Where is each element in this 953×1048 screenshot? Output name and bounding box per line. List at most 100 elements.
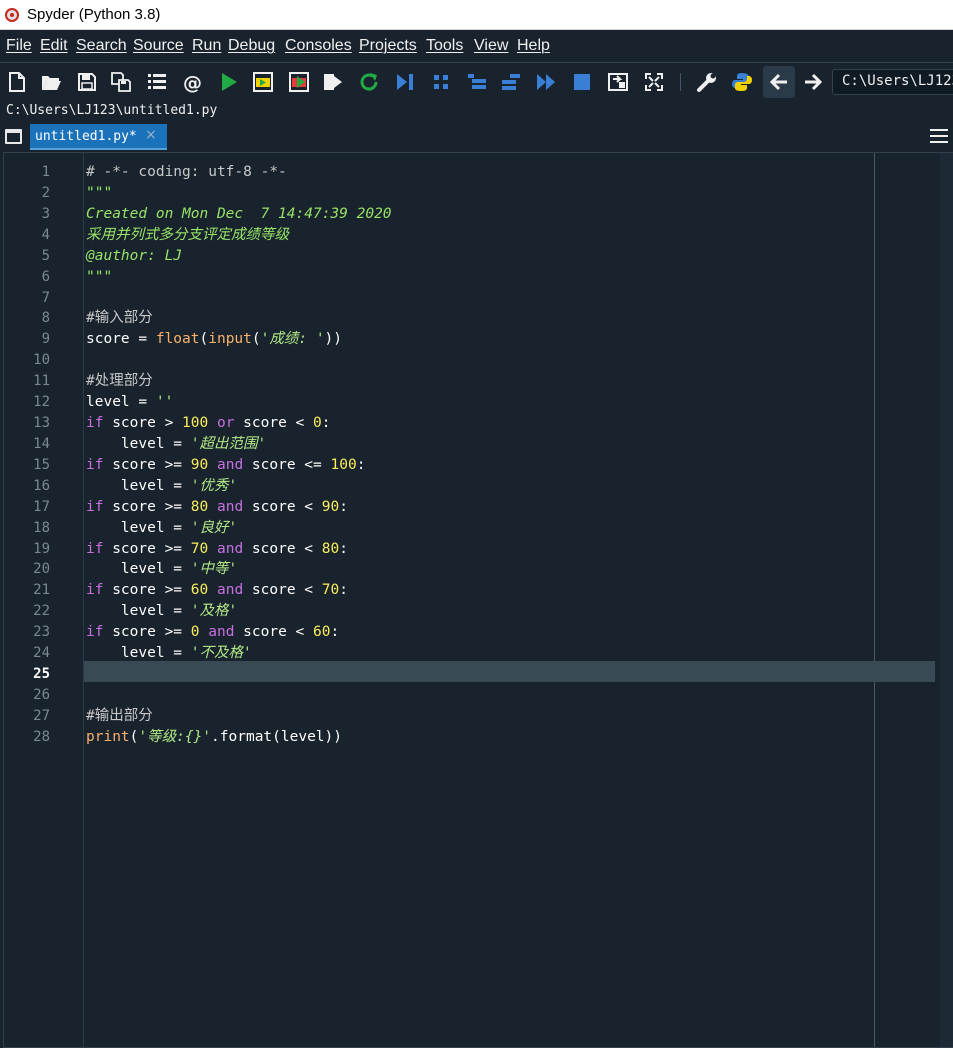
code-line[interactable]: """: [86, 267, 112, 287]
maximize-pane-icon[interactable]: [607, 71, 629, 93]
back-button[interactable]: [763, 66, 795, 98]
code-token: float: [155, 331, 200, 347]
code-line[interactable]: Created on Mon Dec 7 14:47:39 2020: [86, 204, 392, 224]
line-number: 13: [33, 415, 50, 431]
code-line[interactable]: """: [86, 183, 112, 203]
run-selection-icon[interactable]: [322, 71, 344, 93]
preferences-wrench-icon[interactable]: [696, 71, 718, 93]
new-file-icon[interactable]: [6, 71, 28, 93]
close-icon[interactable]: ×: [145, 127, 157, 143]
forward-button[interactable]: [797, 66, 829, 98]
code-line[interactable]: print('等级:{}'.format(level)): [86, 727, 342, 747]
menu-tools[interactable]: Tools: [426, 37, 463, 55]
browse-tabs-icon[interactable]: [5, 129, 22, 144]
menu-view[interactable]: View: [474, 37, 508, 55]
code-token: and: [208, 624, 235, 640]
code-editor[interactable]: 1 # -*- coding: utf-8 -*- 2 """ 3 Created on …: [3, 152, 953, 1048]
run-cell-advance-icon[interactable]: [288, 71, 310, 93]
line-number: 19: [33, 541, 50, 557]
code-line[interactable]: level = '及格': [86, 601, 237, 621]
save-all-icon[interactable]: [110, 71, 132, 93]
code-line[interactable]: # -*- coding: utf-8 -*-: [86, 162, 287, 182]
run-icon[interactable]: [218, 71, 240, 93]
line-number: 15: [33, 457, 50, 473]
line-number: 10: [33, 352, 50, 368]
code-token: '': [155, 394, 174, 410]
code-token: score <: [243, 582, 322, 598]
line-number: 25: [33, 666, 50, 682]
debug-step-icon[interactable]: [430, 71, 452, 93]
options-menu-icon[interactable]: [930, 129, 948, 145]
debug-step-in-icon[interactable]: [466, 71, 488, 93]
code-token: '及格': [190, 603, 238, 619]
outline-icon[interactable]: [146, 71, 168, 93]
menu-debug[interactable]: Debug: [228, 37, 275, 55]
window-titlebar: Spyder (Python 3.8): [0, 0, 953, 30]
python-path-icon[interactable]: [731, 71, 753, 93]
code-token: score >=: [103, 499, 191, 515]
code-line[interactable]: level = '不及格': [86, 643, 252, 663]
run-cell-icon[interactable]: [252, 71, 274, 93]
tab-untitled1[interactable]: untitled1.py* ×: [30, 124, 167, 150]
code-token: (: [199, 331, 209, 347]
code-token: 70: [321, 582, 340, 598]
code-line[interactable]: 采用并列式多分支评定成绩等级: [86, 225, 289, 245]
current-line-highlight: [84, 661, 935, 682]
code-area[interactable]: [83, 153, 953, 1047]
code-line[interactable]: if score >= 90 and score <= 100:: [86, 455, 365, 475]
code-token: score >: [103, 415, 183, 431]
line-number: 2: [41, 185, 50, 201]
code-line[interactable]: if score >= 0 and score < 60:: [86, 622, 339, 642]
line-number: 6: [41, 269, 50, 285]
working-directory-value: C:\Users\LJ123: [842, 73, 953, 89]
vertical-scrollbar[interactable]: [940, 153, 953, 1047]
code-line[interactable]: if score > 100 or score < 0:: [86, 413, 331, 433]
menu-projects[interactable]: Projects: [359, 37, 417, 55]
editor-file-path: C:\Users\LJ123\untitled1.py: [6, 103, 218, 118]
code-line[interactable]: if score >= 60 and score < 70:: [86, 580, 348, 600]
code-line[interactable]: #输入部分: [86, 308, 153, 328]
code-token: if: [86, 624, 104, 640]
line-number: 12: [33, 394, 50, 410]
code-token: level =: [86, 436, 191, 452]
code-token: '等级:{}': [138, 729, 212, 745]
line-number: 26: [33, 687, 50, 703]
code-line[interactable]: level = '中等': [86, 559, 237, 579]
menu-help[interactable]: Help: [517, 37, 550, 55]
code-line[interactable]: @author: LJ: [86, 246, 182, 266]
menu-consoles[interactable]: Consoles: [285, 37, 352, 55]
code-line[interactable]: level = '优秀': [86, 476, 237, 496]
debug-continue-icon[interactable]: [535, 71, 557, 93]
code-token: if: [86, 541, 104, 557]
code-token: print: [86, 729, 130, 745]
code-line[interactable]: #处理部分: [86, 371, 153, 391]
menu-edit[interactable]: Edit: [40, 37, 68, 55]
code-line[interactable]: level = '超出范围': [86, 434, 266, 454]
menu-run[interactable]: Run: [192, 37, 221, 55]
menu-source[interactable]: Source: [133, 37, 184, 55]
code-line[interactable]: level = '': [86, 392, 173, 412]
menu-file[interactable]: File: [6, 37, 32, 55]
code-line[interactable]: if score >= 70 and score < 80:: [86, 539, 348, 559]
code-line[interactable]: if score >= 80 and score < 90:: [86, 497, 348, 517]
debug-step-out-icon[interactable]: [500, 71, 522, 93]
rerun-icon[interactable]: [358, 71, 380, 93]
code-token: if: [86, 457, 104, 473]
save-icon[interactable]: [76, 71, 98, 93]
code-token: '成绩: ': [260, 331, 325, 347]
line-number: 16: [33, 478, 50, 494]
tab-label: untitled1.py*: [35, 129, 137, 144]
debug-icon[interactable]: [394, 71, 416, 93]
open-file-icon[interactable]: [40, 71, 62, 93]
debug-stop-icon[interactable]: [571, 71, 593, 93]
working-directory-combo[interactable]: C:\Users\LJ123: [832, 69, 953, 95]
fullscreen-icon[interactable]: [643, 71, 665, 93]
menu-search[interactable]: Search: [76, 37, 127, 55]
email-at-icon[interactable]: @: [182, 71, 204, 93]
code-line[interactable]: level = '良好': [86, 518, 237, 538]
code-token: score =: [86, 331, 156, 347]
code-token: .format(level)): [211, 729, 342, 745]
code-line[interactable]: score = float(input('成绩: ')): [86, 329, 342, 349]
code-line[interactable]: #输出部分: [86, 706, 153, 726]
